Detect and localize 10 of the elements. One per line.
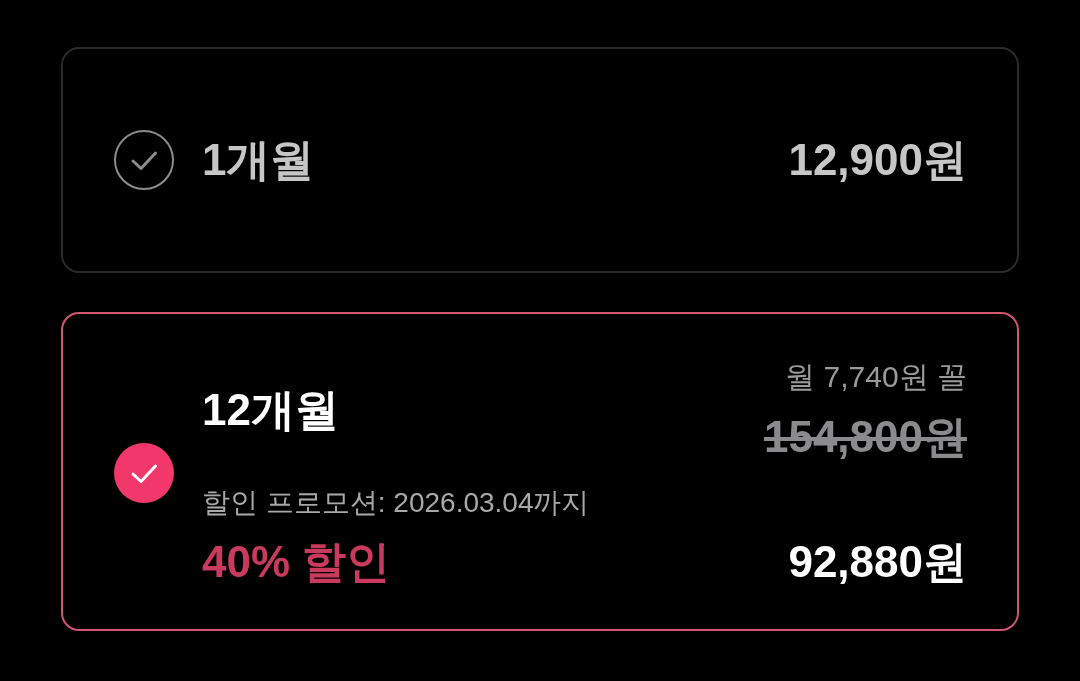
- plan-option-card[interactable]: 12개월 할인 프로모션: 2026.03.04까지 40% 할인 월 7,740원 꼴 154,800원 92,880원: [61, 312, 1019, 631]
- plan-name: 12개월: [202, 386, 339, 434]
- discount-label: 40% 할인: [202, 538, 391, 586]
- plan-option-card[interactable]: 1개월 12,900원: [61, 47, 1019, 273]
- promotion-period: 할인 프로모션: 2026.03.04까지: [202, 487, 590, 519]
- plan-price: 12,900원: [788, 136, 967, 184]
- monthly-price-note: 월 7,740원 꼴: [785, 360, 967, 394]
- plan-price: 92,880원: [788, 538, 967, 586]
- original-price: 154,800원: [763, 413, 967, 461]
- plan-name: 1개월: [202, 136, 315, 184]
